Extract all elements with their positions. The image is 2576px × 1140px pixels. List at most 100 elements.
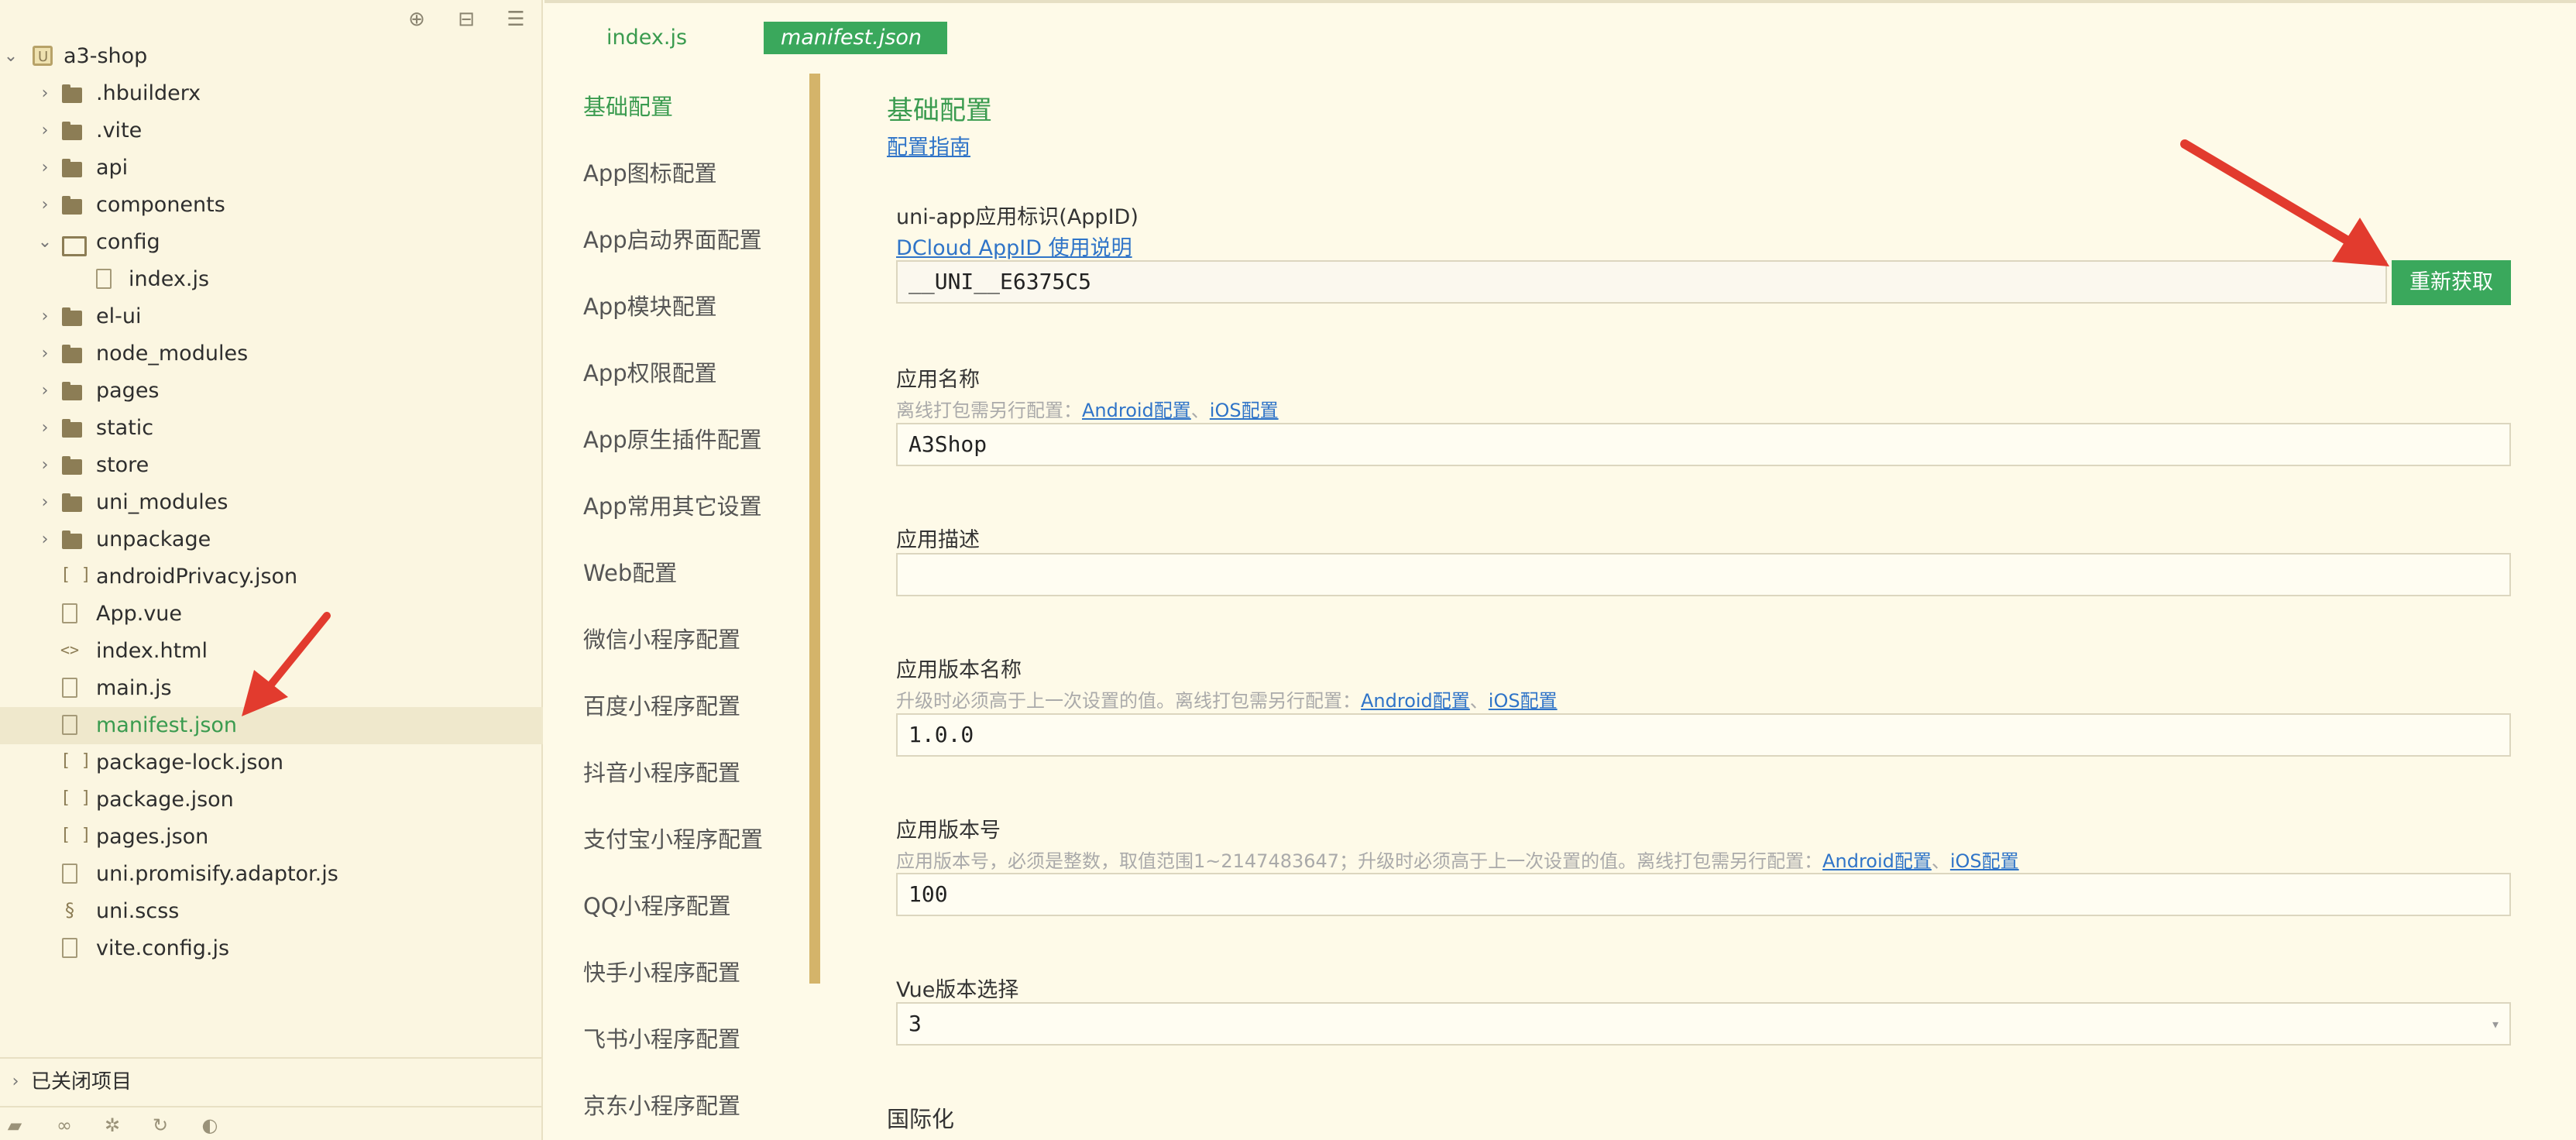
vue-version-select[interactable]: 3 ▾ [896, 1002, 2511, 1046]
tree-folder[interactable]: › api [0, 149, 543, 187]
section-title: 基础配置 [887, 95, 992, 126]
tree-folder[interactable]: ⌄ a3-shop [0, 38, 543, 76]
chevron-right-icon[interactable]: › [37, 335, 53, 373]
chevron-right-icon[interactable]: › [37, 521, 53, 558]
tree-file[interactable]: uni.promisify.adaptor.js [0, 856, 543, 893]
version-name-android-link[interactable]: Android配置 [1361, 690, 1470, 712]
version-code-ios-link[interactable]: iOS配置 [1950, 850, 2019, 872]
nav-item[interactable]: QQ小程序配置 [544, 873, 808, 939]
chevron-down-icon[interactable]: ⌄ [3, 38, 19, 75]
chevron-right-icon[interactable]: › [37, 112, 53, 149]
nav-item[interactable]: App模块配置 [544, 273, 808, 340]
nav-item[interactable]: 支付宝小程序配置 [544, 806, 808, 873]
tree-item-label: index.js [129, 267, 210, 291]
app-name-input[interactable]: A3Shop [896, 423, 2511, 466]
app-name-hint-text: 离线打包需另行配置： [896, 400, 1082, 421]
app-name-ios-link[interactable]: iOS配置 [1210, 400, 1279, 421]
tree-folder[interactable]: ⌄ config [0, 224, 543, 261]
nav-item[interactable]: 抖音小程序配置 [544, 740, 808, 806]
version-name-input[interactable]: 1.0.0 [896, 713, 2511, 757]
menu-icon[interactable]: ☰ [504, 8, 527, 31]
crosshair-icon[interactable]: ⊕ [405, 8, 428, 31]
chevron-right-icon[interactable]: › [37, 410, 53, 447]
i18n-label: 国际化 [887, 1106, 955, 1132]
tree-folder[interactable]: › node_modules [0, 335, 543, 373]
config-nav: 基础配置 App图标配置 App启动界面配置 App模块配置 App权限配置 App原生插… [544, 74, 808, 1139]
tree-file[interactable]: index.js [0, 261, 543, 298]
tree-item-label: uni.promisify.adaptor.js [96, 862, 338, 886]
chevron-right-icon[interactable]: › [37, 75, 53, 112]
app-name-android-link[interactable]: Android配置 [1082, 400, 1191, 421]
tree-file[interactable]: package-lock.json [0, 743, 543, 781]
nav-item[interactable]: App图标配置 [544, 140, 808, 207]
tree-folder[interactable]: › .hbuilderx [0, 75, 543, 112]
bug-icon[interactable]: ✲ [101, 1114, 124, 1137]
folder-icon [62, 120, 82, 140]
tree-item-label: index.html [96, 639, 208, 663]
tree-item-label: uni_modules [96, 490, 228, 514]
appid-input[interactable]: __UNI__E6375C5 [896, 260, 2387, 304]
chevron-right-icon[interactable]: › [37, 373, 53, 410]
nav-item[interactable]: App启动界面配置 [544, 207, 808, 273]
tree-folder[interactable]: › unpackage [0, 521, 543, 558]
tree-file[interactable]: package.json [0, 780, 543, 819]
version-code-android-link[interactable]: Android配置 [1822, 850, 1932, 872]
chevron-right-icon[interactable]: › [37, 484, 53, 521]
tree-item-label: package-lock.json [96, 750, 284, 774]
chevron-right-icon[interactable]: › [37, 187, 53, 224]
nav-item[interactable]: 飞书小程序配置 [544, 1006, 808, 1073]
tree-folder[interactable]: › static [0, 410, 543, 447]
nav-item[interactable]: App权限配置 [544, 340, 808, 407]
nav-item[interactable]: 快手小程序配置 [544, 939, 808, 1006]
version-name-hint: 升级时必须高于上一次设置的值。离线打包需另行配置：Android配置、iOS配置 [896, 685, 1558, 712]
tree-item-label: uni.scss [96, 899, 180, 923]
collapse-icon[interactable]: ⊟ [455, 8, 478, 31]
nav-item[interactable]: 微信小程序配置 [544, 606, 808, 673]
appid-help-link[interactable]: DCloud AppID 使用说明 [896, 231, 1132, 261]
folder-icon [62, 232, 87, 256]
tree-file[interactable]: manifest.json [0, 707, 543, 744]
tree-item-label: .vite [96, 118, 143, 142]
app-desc-input[interactable] [896, 553, 2511, 596]
tree-folder[interactable]: › store [0, 447, 543, 484]
tree-folder[interactable]: › .vite [0, 112, 543, 149]
nav-item[interactable]: 京东小程序配置 [544, 1073, 808, 1139]
closed-projects[interactable]: › 已关闭项目 [0, 1057, 543, 1104]
palette-icon[interactable]: ◐ [198, 1114, 222, 1137]
tree-file[interactable]: vite.config.js [0, 930, 543, 967]
tree-file[interactable]: App.vue [0, 596, 543, 633]
tree-file[interactable]: uni.scss [0, 891, 543, 930]
folder-icon [62, 455, 82, 475]
nav-scrollbar[interactable] [809, 74, 820, 984]
refresh-icon[interactable]: ↻ [149, 1114, 172, 1137]
version-code-input[interactable]: 100 [896, 873, 2511, 916]
tree-file[interactable]: main.js [0, 670, 543, 707]
version-code-value: 100 [908, 881, 948, 907]
tree-folder[interactable]: › pages [0, 373, 543, 410]
nav-item[interactable]: App原生插件配置 [544, 407, 808, 473]
nav-item[interactable]: Web配置 [544, 540, 808, 606]
tree-folder[interactable]: › uni_modules [0, 484, 543, 521]
tree-file[interactable]: index.html [0, 631, 543, 670]
tree-file[interactable]: pages.json [0, 817, 543, 856]
nav-item[interactable]: 百度小程序配置 [544, 673, 808, 740]
chevron-down-icon[interactable]: ⌄ [37, 224, 53, 261]
chevron-right-icon[interactable]: › [37, 298, 53, 335]
version-code-link-separator: 、 [1931, 850, 1950, 872]
version-name-ios-link[interactable]: iOS配置 [1489, 690, 1558, 712]
refetch-appid-button[interactable]: 重新获取 [2392, 260, 2511, 305]
nav-item[interactable]: 基础配置 [544, 74, 808, 140]
tree-folder[interactable]: › components [0, 187, 543, 224]
tree-file[interactable]: androidPrivacy.json [0, 557, 543, 596]
nav-item[interactable]: App常用其它设置 [544, 473, 808, 540]
tree-folder[interactable]: › el-ui [0, 298, 543, 335]
tab-index-js[interactable]: index.js [606, 22, 687, 54]
tree-item-label: main.js [96, 676, 172, 700]
folder-icon [62, 380, 82, 400]
bicycle-icon[interactable]: ∞ [53, 1114, 76, 1137]
chevron-right-icon[interactable]: › [37, 447, 53, 484]
config-guide-link[interactable]: 配置指南 [887, 130, 970, 160]
folder-icon [62, 343, 82, 363]
folder-icon[interactable]: ▰ [3, 1114, 26, 1137]
chevron-right-icon[interactable]: › [37, 149, 53, 187]
